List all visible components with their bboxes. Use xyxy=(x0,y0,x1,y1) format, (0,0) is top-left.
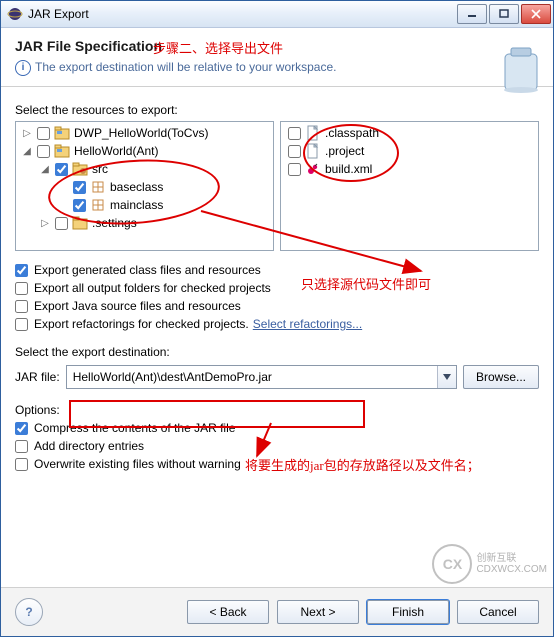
select-refactorings-link[interactable]: Select refactorings... xyxy=(253,317,362,331)
file-icon xyxy=(305,143,321,159)
help-button[interactable]: ? xyxy=(15,598,43,626)
tree-row[interactable]: .classpath xyxy=(281,124,538,142)
tree-row[interactable]: ▷ DWP_HelloWorld(ToCvs) xyxy=(16,124,273,142)
jar-file-input[interactable] xyxy=(67,367,437,387)
back-button[interactable]: < Back xyxy=(187,600,269,624)
destination-label: Select the export destination: xyxy=(15,345,539,359)
ant-icon xyxy=(305,161,321,177)
watermark: CX 创新互联CDXWCX.COM xyxy=(432,544,547,584)
folder-icon xyxy=(72,215,88,231)
close-button[interactable] xyxy=(521,4,551,24)
tree-row[interactable]: baseclass xyxy=(16,178,273,196)
checkbox-output-folders[interactable] xyxy=(15,282,28,295)
tree-checkbox[interactable] xyxy=(37,145,50,158)
annotation-only-source: 只选择源代码文件即可 xyxy=(301,274,431,293)
twisty-icon[interactable]: ▷ xyxy=(38,218,52,229)
eclipse-icon xyxy=(7,6,23,22)
cancel-button[interactable]: Cancel xyxy=(457,600,539,624)
opt-generated: Export generated class files and resourc… xyxy=(15,263,539,277)
wizard-header: JAR File Specification 步骤二、选择导出文件 iThe e… xyxy=(1,28,553,87)
package-icon xyxy=(90,197,106,213)
checkbox-refactorings[interactable] xyxy=(15,318,28,331)
tree-label: baseclass xyxy=(109,180,163,194)
combo-dropdown-button[interactable] xyxy=(437,366,456,388)
tree-checkbox[interactable] xyxy=(288,127,301,140)
minimize-button[interactable] xyxy=(457,4,487,24)
jar-icon xyxy=(499,46,543,94)
maximize-button[interactable] xyxy=(489,4,519,24)
wizard-footer: ? < Back Next > Finish Cancel xyxy=(1,587,553,636)
annotation-dest-note: 将要生成的jar包的存放路径以及文件名； xyxy=(245,455,480,474)
checkbox-generated[interactable] xyxy=(15,264,28,277)
package-icon xyxy=(90,179,106,195)
checkbox-java-source[interactable] xyxy=(15,300,28,313)
twisty-icon[interactable]: ◢ xyxy=(38,164,52,175)
tree-checkbox[interactable] xyxy=(55,163,68,176)
tree-label: DWP_HelloWorld(ToCvs) xyxy=(73,126,208,140)
twisty-icon[interactable]: ▷ xyxy=(20,128,34,139)
annotation-step: 步骤二、选择导出文件 xyxy=(153,38,283,57)
next-button[interactable]: Next > xyxy=(277,600,359,624)
jar-export-window: JAR Export JAR File Specification 步骤二、选择… xyxy=(0,0,554,637)
tree-row[interactable]: ◢ HelloWorld(Ant) xyxy=(16,142,273,160)
finish-button[interactable]: Finish xyxy=(367,600,449,624)
tree-row[interactable]: .project xyxy=(281,142,538,160)
tree-row[interactable]: ▷ .settings xyxy=(16,214,273,232)
tree-checkbox[interactable] xyxy=(288,145,301,158)
tree-row[interactable]: build.xml xyxy=(281,160,538,178)
tree-label: src xyxy=(91,162,108,176)
tree-label: HelloWorld(Ant) xyxy=(73,144,158,158)
opt-add-dir: Add directory entries xyxy=(15,439,539,453)
watermark-icon: CX xyxy=(432,544,472,584)
opt-refactorings: Export refactorings for checked projects… xyxy=(15,317,539,331)
tree-checkbox[interactable] xyxy=(73,181,86,194)
titlebar: JAR Export xyxy=(1,1,553,28)
file-icon xyxy=(305,125,321,141)
wizard-content: Select the resources to export: ▷ DWP_Hel… xyxy=(1,87,553,587)
project-tree[interactable]: ▷ DWP_HelloWorld(ToCvs) ◢ HelloWorld(Ant) ◢ s… xyxy=(15,121,274,251)
twisty-icon[interactable]: ◢ xyxy=(20,146,34,157)
tree-label: mainclass xyxy=(109,198,163,212)
file-tree[interactable]: .classpath .project build.xml xyxy=(280,121,539,251)
tree-checkbox[interactable] xyxy=(288,163,301,176)
page-title: JAR File Specification xyxy=(15,38,162,54)
options-label: Options: xyxy=(15,403,539,417)
opt-output-folders: Export all output folders for checked pr… xyxy=(15,281,539,295)
tree-row[interactable]: mainclass xyxy=(16,196,273,214)
project-icon xyxy=(54,143,70,159)
opt-compress: Compress the contents of the JAR file xyxy=(15,421,539,435)
resources-label: Select the resources to export: xyxy=(15,103,539,117)
window-title: JAR Export xyxy=(28,7,457,21)
tree-checkbox[interactable] xyxy=(55,217,68,230)
jar-file-combo xyxy=(66,365,457,389)
page-subtitle: iThe export destination will be relative… xyxy=(15,60,539,76)
tree-label: .project xyxy=(324,144,364,158)
project-icon xyxy=(54,125,70,141)
checkbox-overwrite[interactable] xyxy=(15,458,28,471)
tree-checkbox[interactable] xyxy=(37,127,50,140)
info-icon: i xyxy=(15,60,31,76)
watermark-text: 创新互联CDXWCX.COM xyxy=(476,553,547,575)
browse-button[interactable]: Browse... xyxy=(463,365,539,389)
destination-row: JAR file: Browse... xyxy=(15,365,539,389)
tree-checkbox[interactable] xyxy=(73,199,86,212)
window-buttons xyxy=(457,4,551,24)
tree-label: build.xml xyxy=(324,162,372,176)
tree-label: .settings xyxy=(91,216,137,230)
opt-java-source: Export Java source files and resources xyxy=(15,299,539,313)
checkbox-compress[interactable] xyxy=(15,422,28,435)
srcfolder-icon xyxy=(72,161,88,177)
jar-file-label: JAR file: xyxy=(15,370,60,384)
checkbox-add-dir[interactable] xyxy=(15,440,28,453)
tree-label: .classpath xyxy=(324,126,379,140)
resource-trees: ▷ DWP_HelloWorld(ToCvs) ◢ HelloWorld(Ant) ◢ s… xyxy=(15,121,539,251)
tree-row[interactable]: ◢ src xyxy=(16,160,273,178)
